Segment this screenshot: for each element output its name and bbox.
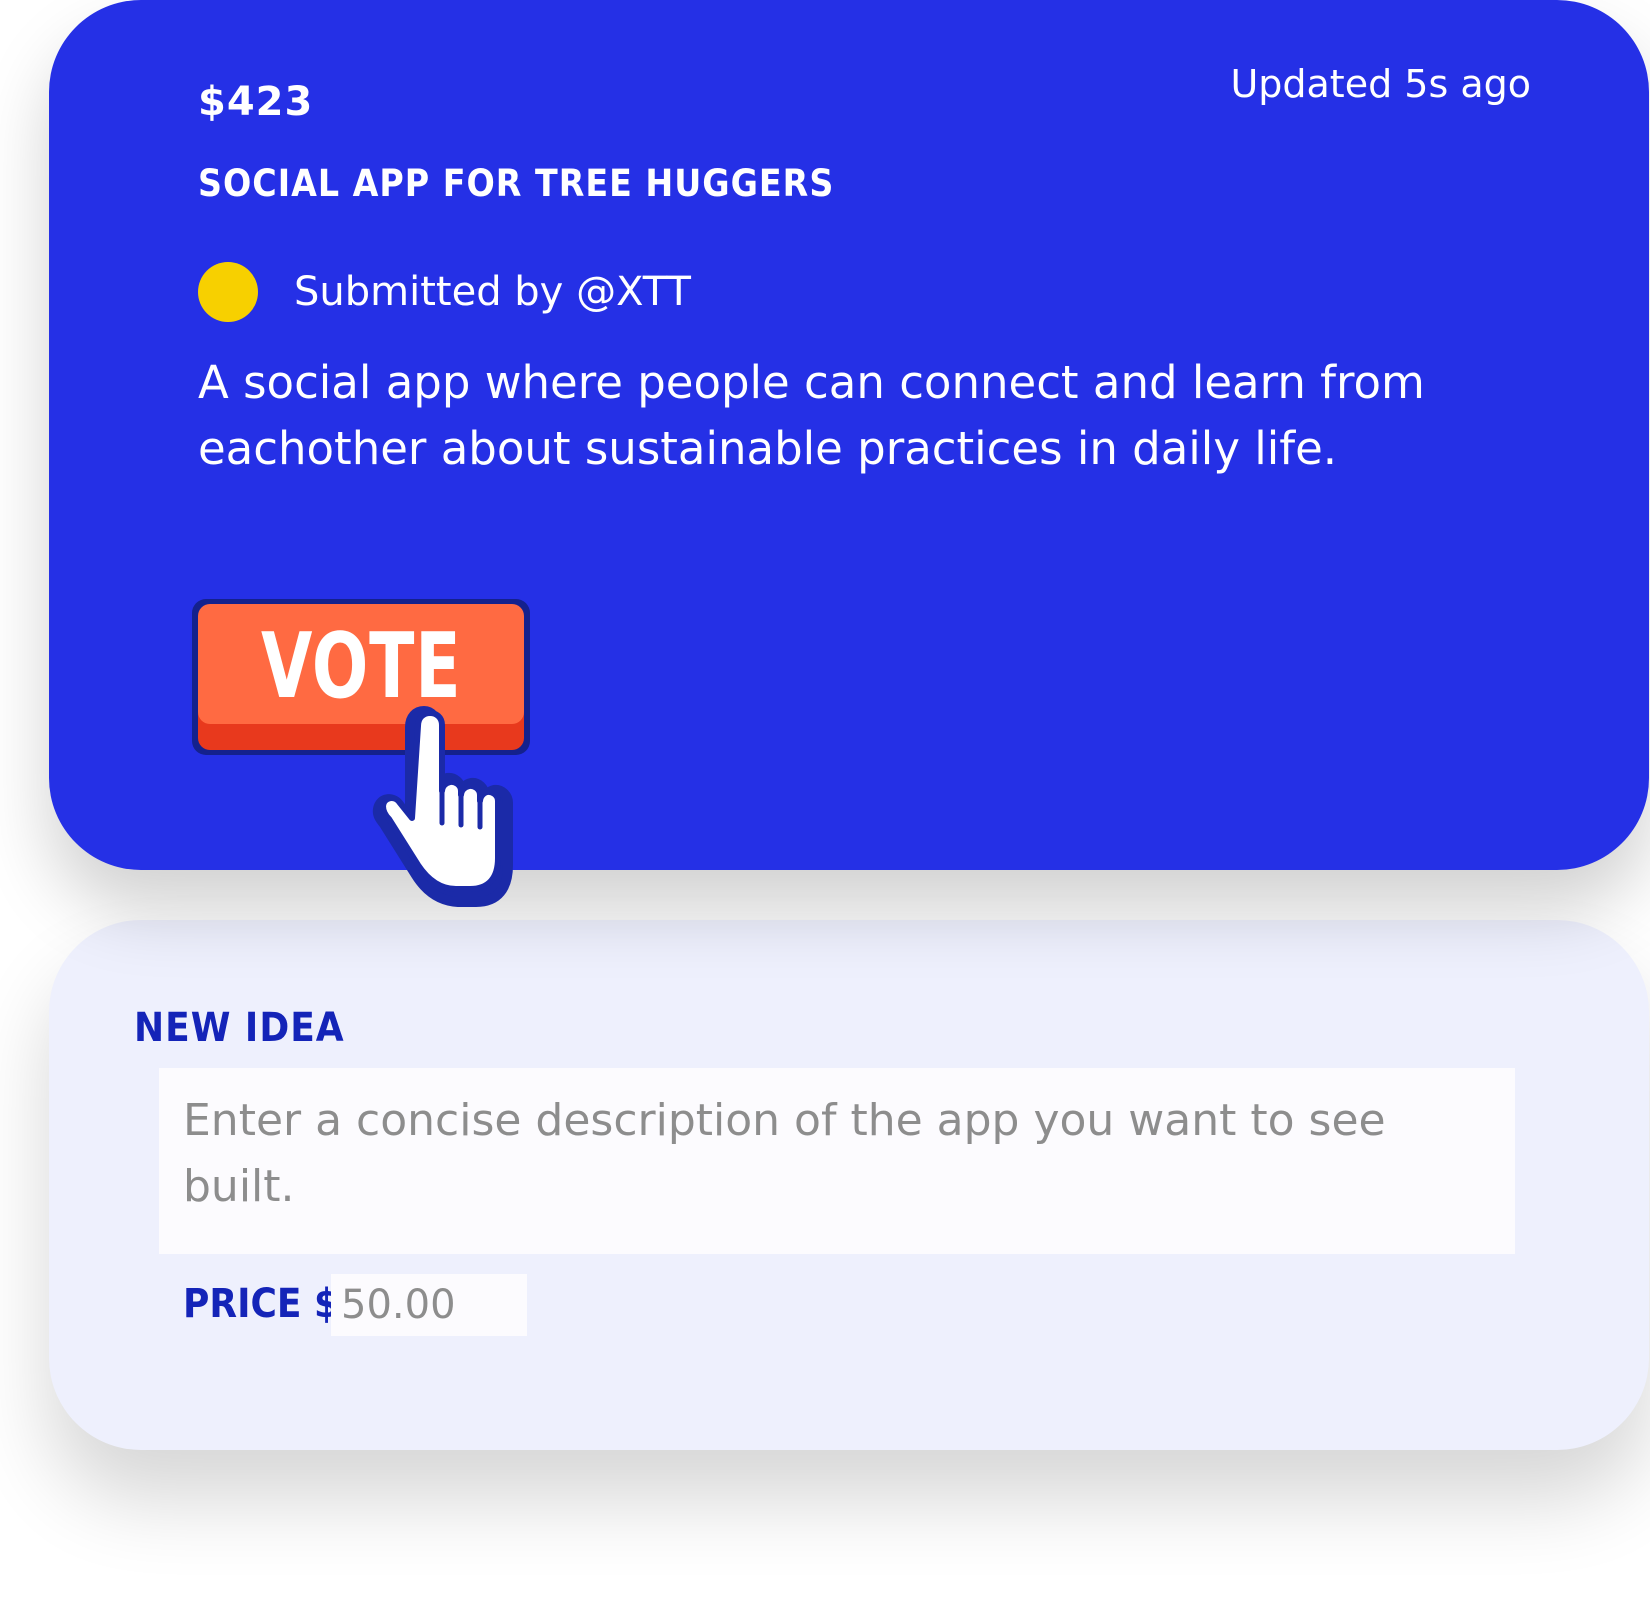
idea-description-input[interactable]	[159, 1068, 1515, 1254]
price-label: PRICE $	[183, 1281, 340, 1327]
idea-title: SOCIAL APP FOR TREE HUGGERS	[198, 162, 835, 205]
submitter-row: Submitted by @XTT	[198, 262, 691, 322]
idea-price: $423	[198, 79, 314, 125]
price-input[interactable]	[331, 1274, 527, 1336]
pointing-hand-icon	[372, 706, 513, 907]
vote-button-label: VOTE	[260, 614, 462, 719]
avatar	[198, 262, 258, 322]
submitted-by-text: Submitted by @XTT	[294, 269, 691, 315]
new-idea-heading: NEW IDEA	[134, 1005, 345, 1051]
idea-description: A social app where people can connect an…	[198, 356, 1425, 475]
updated-timestamp: Updated 5s ago	[1230, 62, 1531, 106]
idea-card: $423 Updated 5s ago SOCIAL APP FOR TREE …	[49, 0, 1649, 870]
